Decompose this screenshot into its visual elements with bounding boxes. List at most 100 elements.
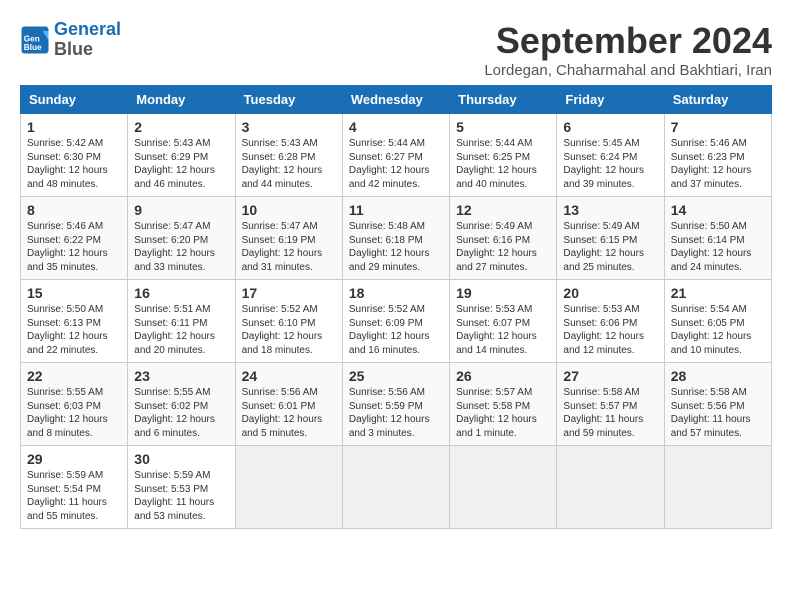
week-row-5: 29 Sunrise: 5:59 AMSunset: 5:54 PMDayligh… [21, 446, 772, 529]
day-number: 8 [27, 202, 121, 218]
cell-info: Sunrise: 5:57 AMSunset: 5:58 PMDaylight:… [456, 386, 550, 440]
day-number: 4 [349, 119, 443, 135]
calendar-cell: 9 Sunrise: 5:47 AMSunset: 6:20 PMDaylight… [128, 197, 235, 280]
cell-info: Sunrise: 5:52 AMSunset: 6:09 PMDaylight:… [349, 303, 443, 357]
calendar-cell: 22Sunrise: 5:55 AMSunset: 6:03 PMDayligh… [21, 363, 128, 446]
cell-info: Sunrise: 5:53 AMSunset: 6:07 PMDaylight:… [456, 303, 550, 357]
calendar-cell: 6 Sunrise: 5:45 AMSunset: 6:24 PMDaylight… [557, 114, 664, 197]
day-number: 2 [134, 119, 228, 135]
day-number: 21 [671, 285, 765, 301]
week-row-4: 22Sunrise: 5:55 AMSunset: 6:03 PMDayligh… [21, 363, 772, 446]
day-number: 11 [349, 202, 443, 218]
cell-info: Sunrise: 5:50 AMSunset: 6:14 PMDaylight:… [671, 220, 765, 274]
calendar-cell: 19 Sunrise: 5:53 AMSunset: 6:07 PMDayligh… [450, 280, 557, 363]
cell-info: Sunrise: 5:46 AMSunset: 6:22 PMDaylight:… [27, 220, 121, 274]
logo-text: General Blue [54, 20, 121, 60]
header-saturday: Saturday [664, 86, 771, 114]
cell-info: Sunrise: 5:55 AMSunset: 6:03 PMDaylight:… [27, 386, 121, 440]
day-number: 6 [563, 119, 657, 135]
day-number: 27 [563, 368, 657, 384]
day-number: 23 [134, 368, 228, 384]
cell-info: Sunrise: 5:43 AMSunset: 6:28 PMDaylight:… [242, 137, 336, 191]
calendar-cell: 2 Sunrise: 5:43 AMSunset: 6:29 PMDaylight… [128, 114, 235, 197]
calendar-cell: 5Sunrise: 5:44 AMSunset: 6:25 PMDaylight… [450, 114, 557, 197]
calendar-header-row: SundayMondayTuesdayWednesdayThursdayFrid… [21, 86, 772, 114]
calendar-cell: 26Sunrise: 5:57 AMSunset: 5:58 PMDayligh… [450, 363, 557, 446]
cell-info: Sunrise: 5:56 AMSunset: 5:59 PMDaylight:… [349, 386, 443, 440]
month-title: September 2024 [484, 20, 772, 62]
cell-info: Sunrise: 5:47 AMSunset: 6:20 PMDaylight:… [134, 220, 228, 274]
header-tuesday: Tuesday [235, 86, 342, 114]
calendar-cell: 16 Sunrise: 5:51 AMSunset: 6:11 PMDayligh… [128, 280, 235, 363]
calendar-cell: 21 Sunrise: 5:54 AMSunset: 6:05 PMDayligh… [664, 280, 771, 363]
calendar-cell: 14 Sunrise: 5:50 AMSunset: 6:14 PMDayligh… [664, 197, 771, 280]
calendar-cell: 25 Sunrise: 5:56 AMSunset: 5:59 PMDayligh… [342, 363, 449, 446]
day-number: 1 [27, 119, 121, 135]
cell-info: Sunrise: 5:49 AMSunset: 6:16 PMDaylight:… [456, 220, 550, 274]
cell-info: Sunrise: 5:48 AMSunset: 6:18 PMDaylight:… [349, 220, 443, 274]
logo-icon: Gen Blue [20, 25, 50, 55]
day-number: 24 [242, 368, 336, 384]
week-row-2: 8 Sunrise: 5:46 AMSunset: 6:22 PMDaylight… [21, 197, 772, 280]
title-block: September 2024 Lordegan, Chaharmahal and… [484, 20, 772, 79]
cell-info: Sunrise: 5:55 AMSunset: 6:02 PMDaylight:… [134, 386, 228, 440]
calendar-cell: 30 Sunrise: 5:59 AMSunset: 5:53 PMDayligh… [128, 446, 235, 529]
cell-info: Sunrise: 5:59 AMSunset: 5:54 PMDaylight:… [27, 469, 121, 523]
calendar-cell: 17Sunrise: 5:52 AMSunset: 6:10 PMDayligh… [235, 280, 342, 363]
day-number: 5 [456, 119, 550, 135]
cell-info: Sunrise: 5:43 AMSunset: 6:29 PMDaylight:… [134, 137, 228, 191]
calendar-cell: 1Sunrise: 5:42 AMSunset: 6:30 PMDaylight… [21, 114, 128, 197]
day-number: 12 [456, 202, 550, 218]
calendar-cell: 8 Sunrise: 5:46 AMSunset: 6:22 PMDaylight… [21, 197, 128, 280]
calendar-cell: 28 Sunrise: 5:58 AMSunset: 5:56 PMDayligh… [664, 363, 771, 446]
cell-info: Sunrise: 5:54 AMSunset: 6:05 PMDaylight:… [671, 303, 765, 357]
cell-info: Sunrise: 5:45 AMSunset: 6:24 PMDaylight:… [563, 137, 657, 191]
day-number: 9 [134, 202, 228, 218]
cell-info: Sunrise: 5:51 AMSunset: 6:11 PMDaylight:… [134, 303, 228, 357]
calendar-cell [450, 446, 557, 529]
day-number: 30 [134, 451, 228, 467]
day-number: 20 [563, 285, 657, 301]
calendar-cell: 23 Sunrise: 5:55 AMSunset: 6:02 PMDayligh… [128, 363, 235, 446]
cell-info: Sunrise: 5:50 AMSunset: 6:13 PMDaylight:… [27, 303, 121, 357]
day-number: 7 [671, 119, 765, 135]
calendar-cell: 29 Sunrise: 5:59 AMSunset: 5:54 PMDayligh… [21, 446, 128, 529]
cell-info: Sunrise: 5:49 AMSunset: 6:15 PMDaylight:… [563, 220, 657, 274]
cell-info: Sunrise: 5:58 AMSunset: 5:57 PMDaylight:… [563, 386, 657, 440]
calendar-cell: 20 Sunrise: 5:53 AMSunset: 6:06 PMDayligh… [557, 280, 664, 363]
cell-info: Sunrise: 5:59 AMSunset: 5:53 PMDaylight:… [134, 469, 228, 523]
calendar-cell [235, 446, 342, 529]
calendar-body: 1Sunrise: 5:42 AMSunset: 6:30 PMDaylight… [21, 114, 772, 529]
day-number: 19 [456, 285, 550, 301]
page-header: Gen Blue General Blue September 2024 Lor… [20, 20, 772, 79]
calendar-cell: 15 Sunrise: 5:50 AMSunset: 6:13 PMDayligh… [21, 280, 128, 363]
week-row-1: 1Sunrise: 5:42 AMSunset: 6:30 PMDaylight… [21, 114, 772, 197]
day-number: 29 [27, 451, 121, 467]
cell-info: Sunrise: 5:47 AMSunset: 6:19 PMDaylight:… [242, 220, 336, 274]
calendar-cell: 18 Sunrise: 5:52 AMSunset: 6:09 PMDayligh… [342, 280, 449, 363]
calendar-cell: 13Sunrise: 5:49 AMSunset: 6:15 PMDayligh… [557, 197, 664, 280]
svg-text:Blue: Blue [24, 43, 42, 52]
day-number: 28 [671, 368, 765, 384]
calendar-cell: 10Sunrise: 5:47 AMSunset: 6:19 PMDayligh… [235, 197, 342, 280]
calendar-table: SundayMondayTuesdayWednesdayThursdayFrid… [20, 85, 772, 529]
day-number: 18 [349, 285, 443, 301]
cell-info: Sunrise: 5:58 AMSunset: 5:56 PMDaylight:… [671, 386, 765, 440]
cell-info: Sunrise: 5:53 AMSunset: 6:06 PMDaylight:… [563, 303, 657, 357]
calendar-cell: 11 Sunrise: 5:48 AMSunset: 6:18 PMDayligh… [342, 197, 449, 280]
header-sunday: Sunday [21, 86, 128, 114]
day-number: 15 [27, 285, 121, 301]
cell-info: Sunrise: 5:52 AMSunset: 6:10 PMDaylight:… [242, 303, 336, 357]
calendar-cell: 7Sunrise: 5:46 AMSunset: 6:23 PMDaylight… [664, 114, 771, 197]
day-number: 16 [134, 285, 228, 301]
calendar-cell: 27 Sunrise: 5:58 AMSunset: 5:57 PMDayligh… [557, 363, 664, 446]
calendar-cell: 12 Sunrise: 5:49 AMSunset: 6:16 PMDayligh… [450, 197, 557, 280]
day-number: 14 [671, 202, 765, 218]
week-row-3: 15 Sunrise: 5:50 AMSunset: 6:13 PMDayligh… [21, 280, 772, 363]
day-number: 3 [242, 119, 336, 135]
header-thursday: Thursday [450, 86, 557, 114]
header-wednesday: Wednesday [342, 86, 449, 114]
cell-info: Sunrise: 5:44 AMSunset: 6:27 PMDaylight:… [349, 137, 443, 191]
day-number: 25 [349, 368, 443, 384]
header-monday: Monday [128, 86, 235, 114]
